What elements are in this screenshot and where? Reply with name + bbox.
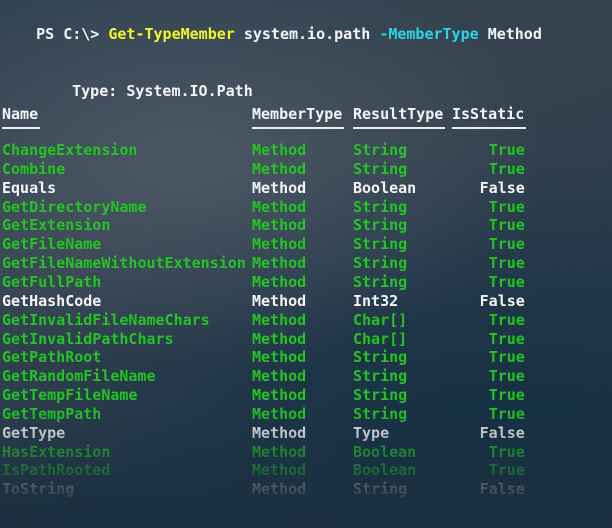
table-cell-member-type: Method — [252, 178, 307, 197]
table-cell-result-type: String — [353, 254, 408, 273]
table-cell-is-static: True — [488, 216, 525, 235]
column-underline-is-static — [452, 127, 526, 129]
command-parameter: -MemberType — [379, 24, 479, 43]
column-header-is-static: IsStatic — [452, 105, 525, 123]
table-cell-name: ChangeExtension — [2, 141, 138, 159]
type-label: Type: — [72, 81, 118, 100]
table-cell-is-static: True — [488, 348, 525, 367]
table-cell-member-type: Method — [252, 480, 307, 499]
table-cell-result-type: String — [353, 348, 408, 367]
table-cell-member-type: Method — [252, 310, 307, 329]
table-cell-member-type: Method — [252, 141, 307, 159]
table-cell-result-type: String — [353, 197, 408, 216]
column-header-result-type: ResultType — [353, 105, 444, 123]
table-cell-result-type: String — [353, 216, 408, 235]
table-cell-name: GetTempFileName — [2, 386, 138, 405]
table-cell-member-type: Method — [252, 442, 307, 461]
table-cell-name: GetFileName — [2, 235, 102, 254]
table-cell-is-static: True — [488, 310, 525, 329]
table-cell-result-type: String — [353, 480, 408, 499]
table-cell-name: GetRandomFileName — [2, 367, 156, 386]
table-cell-result-type: String — [353, 235, 408, 254]
table-cell-member-type: Method — [252, 348, 307, 367]
table-cell-name: Equals — [2, 178, 57, 197]
table-cell-is-static: False — [479, 291, 525, 310]
table-cell-member-type: Method — [252, 367, 307, 386]
table-cell-is-static: False — [479, 178, 525, 197]
table-cell-is-static: True — [488, 197, 525, 216]
table-cell-member-type: Method — [252, 404, 307, 423]
table-cell-result-type: String — [353, 404, 408, 423]
table-cell-name: GetType — [2, 423, 66, 442]
table-cell-name: GetExtension — [2, 216, 111, 235]
table-cell-name: GetPathRoot — [2, 348, 102, 367]
table-cell-result-type: Type — [353, 423, 390, 442]
column-header-member-type: MemberType — [252, 105, 343, 123]
table-cell-is-static: True — [488, 442, 525, 461]
table-cell-is-static: True — [488, 404, 525, 423]
column-header-name: Name — [2, 105, 39, 123]
prompt-prefix: PS C:\> — [36, 24, 100, 43]
table-cell-name: GetInvalidPathChars — [2, 329, 174, 348]
table-cell-member-type: Method — [252, 461, 307, 480]
table-cell-member-type: Method — [252, 329, 307, 348]
table-cell-name: IsPathRooted — [2, 461, 111, 480]
table-cell-name: GetHashCode — [2, 291, 102, 310]
table-cell-result-type: String — [353, 159, 408, 178]
table-cell-name: GetFileNameWithoutExtension — [2, 254, 246, 273]
table-cell-result-type: Char[] — [353, 310, 408, 329]
column-underline-name — [2, 127, 40, 129]
type-header-line: Type: System.IO.Path — [36, 63, 253, 100]
table-cell-result-type: Boolean — [353, 442, 417, 461]
command-argument: system.io.path — [243, 24, 371, 43]
table-cell-name: Combine — [2, 159, 66, 178]
table-cell-member-type: Method — [252, 291, 307, 310]
type-value: System.IO.Path — [126, 81, 253, 100]
table-cell-is-static: False — [479, 423, 525, 442]
command-parameter-value: Method — [487, 24, 542, 43]
table-cell-result-type: Boolean — [353, 461, 417, 480]
table-cell-name: GetInvalidFileNameChars — [2, 310, 210, 329]
table-cell-is-static: False — [479, 480, 525, 499]
powershell-terminal[interactable]: PS C:\> Get-TypeMember system.io.path -M… — [0, 0, 612, 528]
table-cell-result-type: String — [353, 367, 408, 386]
table-cell-member-type: Method — [252, 235, 307, 254]
column-underline-result-type — [353, 127, 445, 129]
command-name: Get-TypeMember — [108, 24, 235, 43]
table-cell-member-type: Method — [252, 216, 307, 235]
table-cell-member-type: Method — [252, 197, 307, 216]
table-cell-is-static: True — [488, 386, 525, 405]
table-cell-name: ToString — [2, 480, 75, 499]
prompt-line: PS C:\> Get-TypeMember system.io.path -M… — [0, 6, 542, 43]
table-cell-is-static: True — [488, 329, 525, 348]
table-cell-is-static: True — [488, 254, 525, 273]
table-cell-is-static: True — [488, 141, 525, 159]
table-cell-result-type: String — [353, 141, 408, 159]
table-cell-member-type: Method — [252, 423, 307, 442]
table-cell-result-type: Int32 — [353, 291, 399, 310]
table-cell-member-type: Method — [252, 159, 307, 178]
column-underline-member-type — [252, 127, 344, 129]
table-cell-name: GetFullPath — [2, 272, 102, 291]
table-cell-name: GetTempPath — [2, 404, 102, 423]
table-cell-is-static: True — [488, 159, 525, 178]
table-cell-name: GetDirectoryName — [2, 197, 147, 216]
table-cell-result-type: Char[] — [353, 329, 408, 348]
table-cell-result-type: String — [353, 386, 408, 405]
table-cell-member-type: Method — [252, 254, 307, 273]
table-cell-is-static: True — [488, 461, 525, 480]
table-cell-is-static: True — [488, 367, 525, 386]
table-cell-is-static: True — [488, 272, 525, 291]
table-cell-member-type: Method — [252, 386, 307, 405]
table-cell-result-type: Boolean — [353, 178, 417, 197]
table-cell-member-type: Method — [252, 272, 307, 291]
table-cell-result-type: String — [353, 272, 408, 291]
table-cell-name: HasExtension — [2, 442, 111, 461]
table-cell-is-static: True — [488, 235, 525, 254]
